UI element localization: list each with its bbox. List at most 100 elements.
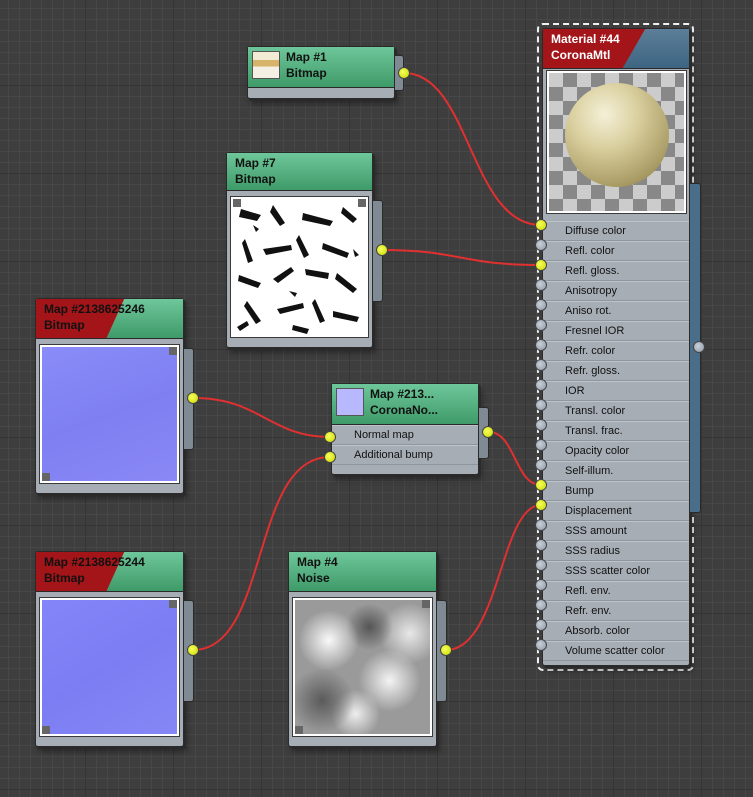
slot-label: Fresnel IOR <box>565 325 625 337</box>
node-title: Map #7 <box>235 156 276 170</box>
input-socket-ior[interactable] <box>535 379 547 391</box>
output-socket-map-1[interactable] <box>398 67 410 79</box>
slot-transl-frac[interactable]: Transl. frac. <box>543 421 689 441</box>
input-socket-anisotropy[interactable] <box>535 279 547 291</box>
input-socket-refr-env[interactable] <box>535 599 547 611</box>
material-preview <box>546 70 687 214</box>
slot-diffuse-color[interactable]: Diffuse color <box>543 221 689 241</box>
slot-sss-amount[interactable]: SSS amount <box>543 521 689 541</box>
slot-label: Transl. frac. <box>565 425 623 437</box>
node-title: Map #2138625244 <box>44 555 145 569</box>
node-title: Map #1 <box>286 50 327 64</box>
bitmap-corner <box>295 726 303 734</box>
slot-opacity-color[interactable]: Opacity color <box>543 441 689 461</box>
input-socket-opacity-color[interactable] <box>535 439 547 451</box>
input-socket-refl-env[interactable] <box>535 579 547 591</box>
slot-label: Displacement <box>565 505 632 517</box>
slot-ior[interactable]: IOR <box>543 381 689 401</box>
slot-self-illum[interactable]: Self-illum. <box>543 461 689 481</box>
slot-refl-env[interactable]: Refl. env. <box>543 581 689 601</box>
node-map-2138625246-header[interactable]: Map #2138625246 Bitmap <box>36 299 183 339</box>
slot-refr-env[interactable]: Refr. env. <box>543 601 689 621</box>
slot-anisotropy[interactable]: Anisotropy <box>543 281 689 301</box>
slot-sss-scatter-color[interactable]: SSS scatter color <box>543 561 689 581</box>
node-type: Bitmap <box>235 172 276 186</box>
input-socket-absorb-color[interactable] <box>535 619 547 631</box>
wire-map246-to-normal <box>193 397 331 438</box>
slot-label: Refr. color <box>565 345 616 357</box>
input-socket-transl-frac[interactable] <box>535 419 547 431</box>
node-type: CoronaMtl <box>551 48 611 62</box>
slot-normal-map[interactable]: Normal map <box>332 425 478 445</box>
input-socket-refl-color[interactable] <box>535 239 547 251</box>
input-socket-additional-bump[interactable] <box>324 451 336 463</box>
input-socket-displacement[interactable] <box>535 499 547 511</box>
slot-label: Refr. gloss. <box>565 365 621 377</box>
slot-additional-bump[interactable]: Additional bump <box>332 445 478 465</box>
collapse-button[interactable]: − <box>543 66 673 68</box>
input-socket-aniso-rot[interactable] <box>535 299 547 311</box>
input-socket-transl-color[interactable] <box>535 399 547 411</box>
node-map-7[interactable]: Map #7 Bitmap <box>226 152 373 348</box>
input-socket-refr-color[interactable] <box>535 339 547 351</box>
input-socket-diffuse-color[interactable] <box>535 219 547 231</box>
input-socket-self-illum[interactable] <box>535 459 547 471</box>
wire-map1-to-diffuse <box>403 72 542 226</box>
input-socket-refr-gloss[interactable] <box>535 359 547 371</box>
node-noise-header[interactable]: Map #4 Noise + <box>289 552 436 592</box>
input-socket-refl-gloss[interactable] <box>535 259 547 271</box>
material-sphere <box>565 83 669 187</box>
normal-thumbnail <box>336 388 364 416</box>
output-socket-noise[interactable] <box>440 644 452 656</box>
input-socket-bump[interactable] <box>535 479 547 491</box>
input-socket-normal-map[interactable] <box>324 431 336 443</box>
node-map-1-header[interactable]: Map #1 Bitmap <box>248 47 394 88</box>
slot-bump[interactable]: Bump <box>543 481 689 501</box>
node-map-2138625244[interactable]: Map #2138625244 Bitmap <box>35 551 184 747</box>
bitmap-corner <box>358 199 366 207</box>
wire-normal-to-bump <box>488 431 542 486</box>
output-socket-material[interactable] <box>693 341 705 353</box>
input-socket-fresnel-ior[interactable] <box>535 319 547 331</box>
node-type: CoronaNo... <box>370 403 438 417</box>
input-socket-sss-radius[interactable] <box>535 539 547 551</box>
slot-absorb-color[interactable]: Absorb. color <box>543 621 689 641</box>
input-socket-sss-amount[interactable] <box>535 519 547 531</box>
slot-label: IOR <box>565 385 585 397</box>
node-corona-normal-header[interactable]: Map #213... CoronaNo... − <box>332 384 478 425</box>
slot-refr-color[interactable]: Refr. color <box>543 341 689 361</box>
node-material-header[interactable]: Material #44 CoronaMtl − <box>543 29 689 69</box>
output-socket-map-2138625244[interactable] <box>187 644 199 656</box>
output-socket-corona-normal[interactable] <box>482 426 494 438</box>
input-socket-volume-scatter-color[interactable] <box>535 639 547 651</box>
slot-refr-gloss[interactable]: Refr. gloss. <box>543 361 689 381</box>
input-socket-sss-scatter-color[interactable] <box>535 559 547 571</box>
node-map-7-header[interactable]: Map #7 Bitmap <box>227 153 372 191</box>
output-socket-map-7[interactable] <box>376 244 388 256</box>
wire-map7-to-refl-gloss <box>381 249 542 266</box>
expand-button[interactable]: + <box>289 589 420 591</box>
node-corona-normal[interactable]: Map #213... CoronaNo... − Normal map Add… <box>331 383 479 475</box>
slot-transl-color[interactable]: Transl. color <box>543 401 689 421</box>
node-title: Map #2138625246 <box>44 302 145 316</box>
node-title: Map #213... <box>370 387 435 401</box>
node-map-1[interactable]: Map #1 Bitmap <box>247 46 395 99</box>
slot-fresnel-ior[interactable]: Fresnel IOR <box>543 321 689 341</box>
node-map-2138625246[interactable]: Map #2138625246 Bitmap <box>35 298 184 494</box>
bitmap-corner <box>42 473 50 481</box>
node-map-2138625244-header[interactable]: Map #2138625244 Bitmap <box>36 552 183 592</box>
slot-label: Transl. color <box>565 405 626 417</box>
slot-refl-color[interactable]: Refl. color <box>543 241 689 261</box>
slot-label: Opacity color <box>565 445 630 457</box>
slot-volume-scatter-color[interactable]: Volume scatter color <box>543 641 689 661</box>
output-socket-map-2138625246[interactable] <box>187 392 199 404</box>
node-noise[interactable]: Map #4 Noise + <box>288 551 437 747</box>
slot-refl-gloss[interactable]: Refl. gloss. <box>543 261 689 281</box>
slot-label: Volume scatter color <box>565 645 665 657</box>
slot-aniso-rot[interactable]: Aniso rot. <box>543 301 689 321</box>
node-material-44[interactable]: Material #44 CoronaMtl − Diffuse color Re… <box>542 28 690 666</box>
slot-displacement[interactable]: Displacement <box>543 501 689 521</box>
slot-sss-radius[interactable]: SSS radius <box>543 541 689 561</box>
bitmap-corner <box>42 726 50 734</box>
slot-label: Normal map <box>354 429 414 441</box>
